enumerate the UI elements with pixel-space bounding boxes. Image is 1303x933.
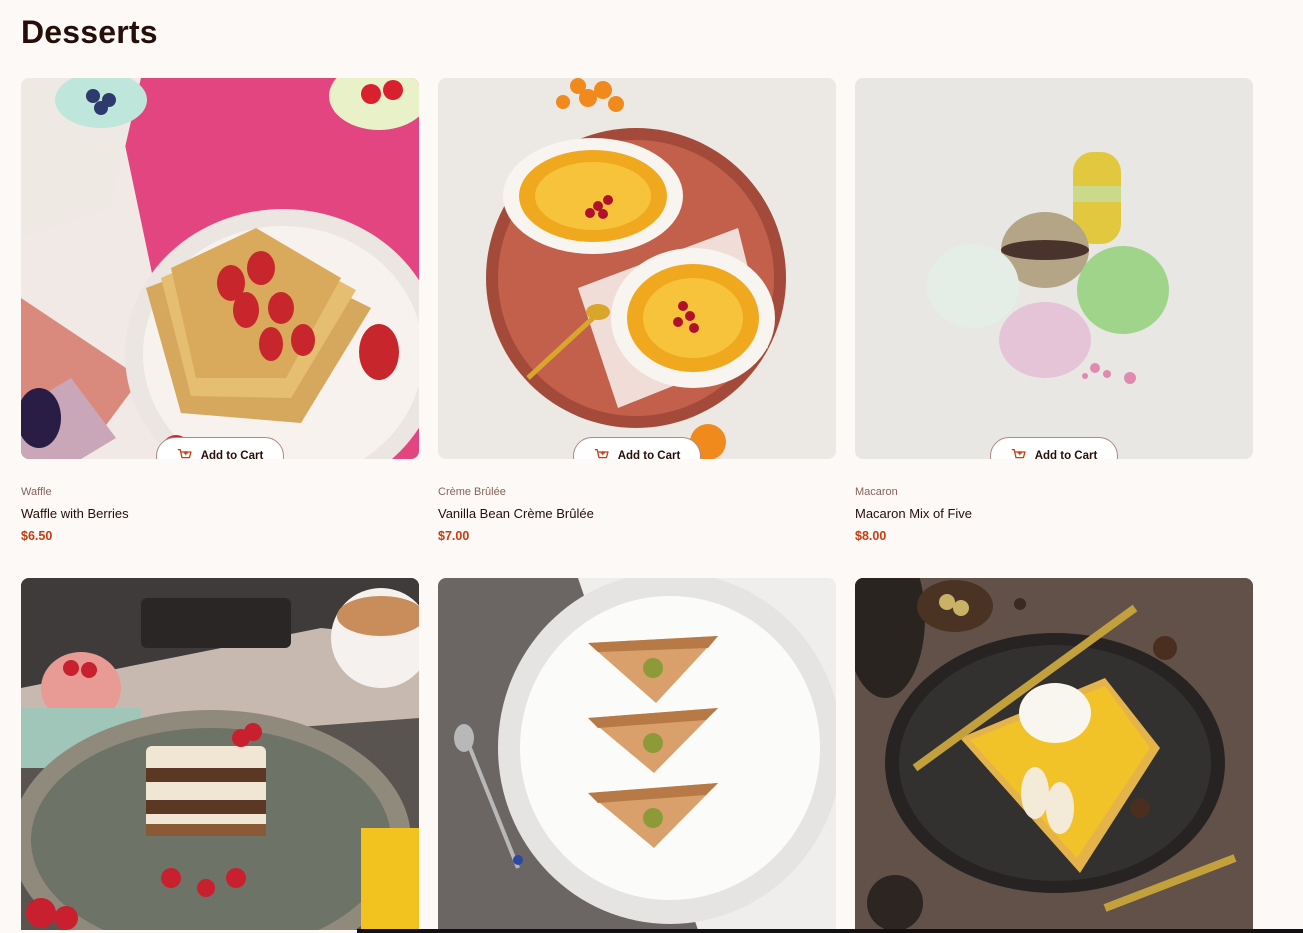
- product-name: Waffle with Berries: [21, 506, 129, 521]
- horizontal-scrollbar[interactable]: [357, 929, 1303, 933]
- page-title: Desserts: [21, 14, 158, 50]
- product-image-baklava[interactable]: [438, 578, 836, 930]
- product-price: $7.00: [438, 529, 470, 543]
- cart-icon: [1011, 448, 1026, 459]
- product-image-pie[interactable]: [855, 578, 1253, 930]
- desserts-page: Desserts Add to Cart Waffle Waffle with …: [0, 0, 1303, 933]
- product-card-macaron: Add to Cart Macaron Macaron Mix of Five …: [855, 78, 1253, 543]
- product-card-pie: [855, 578, 1253, 930]
- product-category: Crème Brûlée: [438, 486, 506, 498]
- add-to-cart-label: Add to Cart: [1034, 450, 1098, 459]
- product-card-waffle: Add to Cart Waffle Waffle with Berries $…: [21, 78, 419, 543]
- add-to-cart-label: Add to Cart: [617, 450, 681, 459]
- product-card-baklava: [438, 578, 836, 930]
- product-image-creme-brulee[interactable]: Add to Cart: [438, 78, 836, 459]
- product-card-tiramisu: [21, 578, 419, 930]
- product-image-macaron[interactable]: Add to Cart: [855, 78, 1253, 459]
- cart-icon: [177, 448, 192, 459]
- product-image-waffle[interactable]: Add to Cart: [21, 78, 419, 459]
- add-to-cart-button[interactable]: Add to Cart: [573, 437, 701, 459]
- add-to-cart-button[interactable]: Add to Cart: [156, 437, 284, 459]
- product-image-tiramisu[interactable]: [21, 578, 419, 930]
- cart-icon: [594, 448, 609, 459]
- product-category: Macaron: [855, 486, 898, 498]
- product-category: Waffle: [21, 486, 52, 498]
- product-name: Vanilla Bean Crème Brûlée: [438, 506, 594, 521]
- product-price: $6.50: [21, 529, 53, 543]
- product-card-creme-brulee: Add to Cart Crème Brûlée Vanilla Bean Cr…: [438, 78, 836, 543]
- add-to-cart-button[interactable]: Add to Cart: [990, 437, 1118, 459]
- product-price: $8.00: [855, 529, 887, 543]
- add-to-cart-label: Add to Cart: [200, 450, 264, 459]
- product-name: Macaron Mix of Five: [855, 506, 973, 521]
